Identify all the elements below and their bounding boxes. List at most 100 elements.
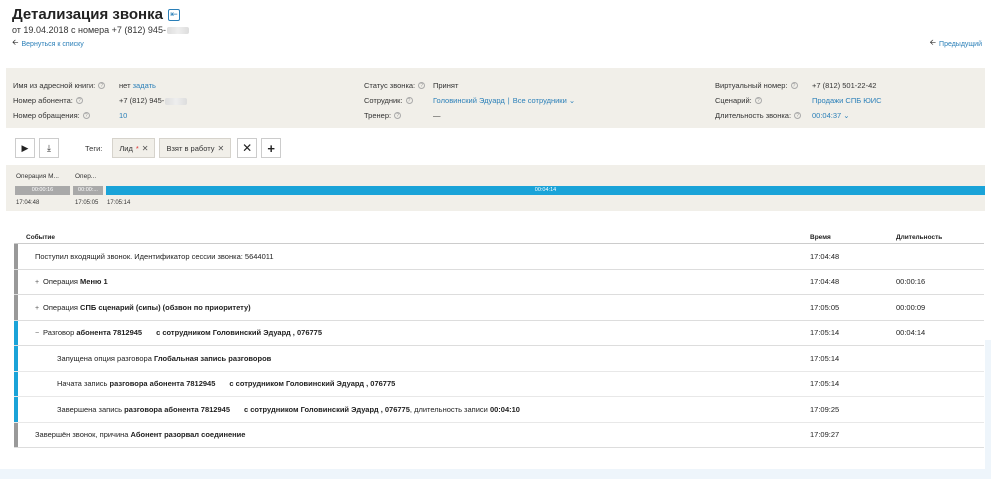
- chevron-down-icon[interactable]: ⌄: [569, 96, 575, 105]
- subtitle-text: от 19.04.2018 с номера +7 (812) 945-: [12, 25, 166, 35]
- help-icon: ?: [790, 82, 798, 89]
- column-header-event: Событие: [26, 234, 56, 241]
- collapse-icon[interactable]: −: [35, 330, 41, 337]
- timeline-segment-label: Опер...: [75, 173, 97, 180]
- masked-number: [166, 27, 189, 35]
- export-icon[interactable]: ⇤: [167, 8, 180, 21]
- table-body: Поступил входящий звонок. Идентификатор …: [14, 244, 984, 448]
- scroll-area: [985, 340, 991, 470]
- player-controls: ▶ ⤓ Теги: Лид * ✕ Взят в работу ✕ ✕ +: [15, 138, 282, 158]
- event-text: Разговор: [43, 328, 77, 338]
- trainer-label: Тренер:?: [364, 111, 402, 120]
- event-cell: Завершена запись разговора абонента 7812…: [57, 405, 520, 414]
- help-icon: ?: [794, 112, 802, 119]
- time-cell: 17:09:27: [810, 430, 840, 440]
- back-to-list-link[interactable]: 🡨 Вернуться к списку: [12, 37, 84, 51]
- clear-tags-button[interactable]: ✕: [237, 138, 258, 158]
- info-column-1: Имя из адресной книги:? нет задать Номер…: [13, 78, 353, 123]
- duration-cell: 00:00:16: [896, 277, 926, 287]
- table-row[interactable]: − Разговор абонента 7812945 с сотрудником …: [14, 320, 984, 346]
- event-text: абонента 7812945: [76, 328, 143, 338]
- duration-dropdown[interactable]: 00:04:37 ⌄: [812, 111, 850, 120]
- timeline-start-time: 17:05:05: [75, 200, 99, 206]
- scenario-row: Сценарий:? Продажи СПБ ЮИС: [715, 93, 980, 108]
- timeline-segment-bar[interactable]: 00:00:16: [15, 186, 70, 195]
- table-row: Поступил входящий звонок. Идентификатор …: [14, 244, 984, 270]
- scenario-link[interactable]: Продажи СПБ ЮИС: [812, 96, 882, 105]
- request-number-link[interactable]: 10: [119, 111, 127, 120]
- tags-label: Теги:: [85, 143, 103, 153]
- tag-lead[interactable]: Лид * ✕: [112, 138, 156, 158]
- timeline-start-time: 17:05:14: [107, 200, 131, 206]
- tag-label: Лид: [119, 143, 133, 153]
- table-row[interactable]: + Операция СПБ сценарий (сипы) (обзвон по…: [14, 295, 984, 321]
- table-row: Начата запись разговора абонента 7812945…: [14, 371, 984, 397]
- help-icon: ?: [82, 112, 90, 119]
- page-header: Детализация звонка ⇤ от 19.04.2018 с ном…: [12, 6, 982, 35]
- table-row[interactable]: + Операция Меню 1 17:04:48 00:00:16: [14, 269, 984, 295]
- previous-link[interactable]: 🡨 Предыдущий: [930, 37, 982, 51]
- timeline-segment-bar[interactable]: 00:00:...: [73, 186, 103, 195]
- time-cell: 17:09:25: [810, 404, 840, 414]
- subscriber-row: Номер абонента:? +7 (812) 945-: [13, 93, 353, 108]
- event-text: Поступил входящий звонок. Идентификатор …: [35, 251, 274, 261]
- download-icon: ⤓: [47, 142, 51, 153]
- previous-label: Предыдущий: [939, 40, 982, 48]
- address-book-row: Имя из адресной книги:? нет задать: [13, 78, 353, 93]
- event-text: с сотрудником Головинский Эдуард , 07677…: [156, 328, 323, 338]
- duration-cell: 00:00:09: [896, 302, 926, 312]
- timeline-segment-bar[interactable]: 00:04:14: [106, 186, 985, 195]
- table-row: Завершён звонок, причина Абонент разорва…: [14, 422, 984, 448]
- help-icon: ?: [405, 97, 413, 104]
- employee-link[interactable]: Головинский Эдуард: [433, 96, 505, 105]
- remove-tag-icon[interactable]: ✕: [217, 144, 224, 153]
- request-row: Номер обращения:? 10: [13, 108, 353, 123]
- table-row: Запущена опция разговора Глобальная запи…: [14, 346, 984, 372]
- all-employees-dropdown[interactable]: Все сотрудники: [513, 96, 567, 105]
- help-icon: ?: [418, 82, 426, 89]
- row-indicator: [14, 320, 18, 345]
- page-title: Детализация звонка: [12, 6, 163, 23]
- page-subtitle: от 19.04.2018 с номера +7 (812) 945-: [12, 25, 982, 35]
- event-text: Меню 1: [80, 277, 108, 287]
- event-text: с сотрудником Головинский Эдуард , 07677…: [244, 404, 410, 414]
- events-table: Событие Время Длительность Поступил вход…: [14, 232, 984, 448]
- expand-icon[interactable]: +: [35, 305, 41, 312]
- time-cell: 17:05:14: [810, 328, 840, 338]
- plus-icon: +: [267, 140, 275, 156]
- set-name-link[interactable]: задать: [133, 81, 156, 90]
- status-row: Статус звонка:? Принят: [364, 78, 704, 93]
- download-button[interactable]: ⤓: [39, 138, 59, 158]
- add-tag-button[interactable]: +: [261, 138, 282, 158]
- event-text: СПБ сценарий (сипы) (обзвон по приоритет…: [80, 302, 251, 312]
- bottom-strip: [0, 469, 991, 479]
- employee-row: Сотрудник:? Головинский Эдуард | Все сотру…: [364, 93, 704, 108]
- info-column-3: Виртуальный номер:? +7 (812) 501-22-42 С…: [715, 78, 980, 123]
- help-icon: ?: [754, 97, 762, 104]
- event-cell: Запущена опция разговора Глобальная запи…: [57, 354, 271, 363]
- scenario-label: Сценарий:?: [715, 96, 762, 105]
- time-cell: 17:05:14: [810, 379, 840, 389]
- status-label: Статус звонка:?: [364, 81, 426, 90]
- play-button[interactable]: ▶: [15, 138, 35, 158]
- event-text: Абонент разорвал соединение: [130, 430, 246, 440]
- subscriber-label: Номер абонента:?: [13, 96, 83, 105]
- duration-cell: 00:04:14: [896, 328, 926, 338]
- call-info-panel: Имя из адресной книги:? нет задать Номер…: [6, 68, 985, 128]
- event-text: Завершена запись: [57, 404, 125, 414]
- address-book-label: Имя из адресной книги:?: [13, 81, 106, 90]
- tag-in-work[interactable]: Взят в работу ✕: [159, 138, 232, 158]
- timeline-start-time: 17:04:48: [16, 200, 40, 206]
- remove-tag-icon[interactable]: ✕: [142, 144, 149, 153]
- event-text: разговора абонента 7812945: [124, 404, 230, 414]
- status-value: Принят: [433, 81, 459, 90]
- row-indicator: [14, 244, 18, 269]
- play-icon: ▶: [21, 142, 29, 153]
- nav-row: 🡨 Вернуться к списку 🡨 Предыдущий: [12, 37, 982, 51]
- virtual-number-value: +7 (812) 501-22-42: [812, 81, 877, 90]
- row-indicator: [14, 295, 18, 320]
- expand-icon[interactable]: +: [35, 279, 41, 286]
- time-cell: 17:04:48: [810, 251, 840, 261]
- row-indicator: [14, 422, 18, 447]
- event-text: Завершён звонок, причина: [35, 430, 131, 440]
